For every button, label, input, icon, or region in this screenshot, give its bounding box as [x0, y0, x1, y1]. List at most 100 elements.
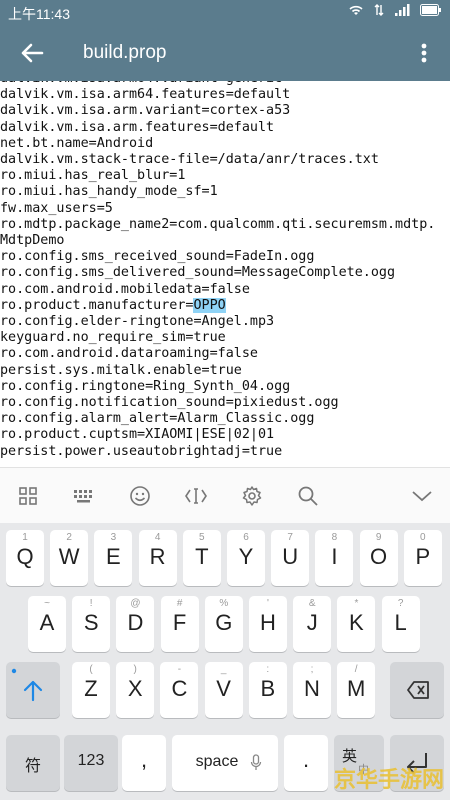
keyboard-toolbar [0, 467, 450, 524]
editor-line[interactable]: dalvik.vm.isa.arm.variant=cortex-a53 [0, 103, 435, 119]
key-label: R [149, 544, 166, 569]
key-m[interactable]: / M [337, 662, 376, 718]
key-n[interactable]: ; N [293, 662, 331, 718]
period-key-label: . [302, 747, 310, 772]
editor-lines[interactable]: dalvik.vm.isa.arm64.variant=genericdalvi… [0, 81, 435, 460]
text-editor[interactable]: dalvik.vm.isa.arm64.variant=genericdalvi… [0, 81, 450, 467]
key-secondary-label: 5 [199, 532, 205, 543]
editor-line[interactable]: ro.miui.has_handy_mode_sf=1 [0, 184, 435, 200]
key-y[interactable]: 6Y [227, 530, 265, 586]
key-label: X [127, 676, 143, 701]
period-key[interactable]: . [284, 735, 328, 791]
key-s[interactable]: ! S [72, 596, 111, 652]
editor-line[interactable]: MdtpDemo [0, 233, 435, 249]
key-e[interactable]: 3E [94, 530, 133, 586]
key-label: E [106, 544, 121, 569]
editor-line[interactable]: ro.config.sms_received_sound=FadeIn.ogg [0, 249, 435, 265]
editor-line[interactable]: dalvik.vm.isa.arm64.features=default [0, 87, 435, 103]
key-label: B [260, 676, 276, 701]
key-h[interactable]: ' H [249, 596, 287, 652]
editor-line[interactable]: dalvik.vm.isa.arm.features=default [0, 120, 435, 136]
key-secondary-label: / [354, 664, 358, 675]
key-secondary-label: ( [89, 664, 93, 675]
editor-line[interactable]: dalvik.vm.stack-trace-file=/data/anr/tra… [0, 152, 435, 168]
key-a[interactable]: ~ A [28, 596, 66, 652]
emoji-icon[interactable] [126, 482, 154, 510]
key-q[interactable]: 1Q [6, 530, 44, 586]
editor-line[interactable]: ro.config.ringtone=Ring_Synth_04.ogg [0, 379, 435, 395]
cursor-move-icon[interactable] [182, 482, 210, 510]
wifi-icon [349, 5, 363, 15]
key-d[interactable]: @ D [116, 596, 155, 652]
editor-line[interactable]: persist.sys.mitalk.enable=true [0, 363, 435, 379]
microphone-icon [250, 754, 262, 770]
app-bar: build.prop [0, 25, 450, 81]
editor-line[interactable]: ro.config.alarm_alert=Alarm_Classic.ogg [0, 411, 435, 427]
key-label: J [306, 610, 318, 635]
editor-line[interactable]: ro.com.android.dataroaming=false [0, 346, 435, 362]
editor-line[interactable]: ro.miui.has_real_blur=1 [0, 168, 435, 184]
key-f[interactable]: # F [160, 596, 199, 652]
search-icon[interactable] [294, 482, 322, 510]
numbers-key-label: 123 [77, 752, 105, 769]
key-u[interactable]: 7U [271, 530, 310, 586]
data-transfer-icon [374, 4, 384, 16]
key-v[interactable]: _ V [204, 662, 243, 718]
key-k[interactable]: * K [337, 596, 376, 652]
editor-line[interactable]: ro.com.android.mobiledata=false [0, 282, 435, 298]
key-label: P [415, 544, 431, 569]
key-label: Y [238, 544, 254, 569]
key-b[interactable]: :B [248, 662, 287, 718]
settings-gear-icon[interactable] [238, 482, 266, 510]
key-label: Q [16, 544, 34, 569]
editor-line[interactable]: ro.mdtp.package_name2=com.qualcomm.qti.s… [0, 217, 435, 233]
key-secondary-label: - [177, 664, 182, 675]
key-label: M [347, 676, 366, 701]
more-options-icon[interactable] [412, 39, 436, 67]
editor-line[interactable]: net.bt.name=Android [0, 136, 435, 152]
key-c[interactable]: -C [160, 662, 199, 718]
key-r[interactable]: 4R [138, 530, 177, 586]
key-label: O [370, 544, 388, 569]
editor-line[interactable]: keyguard.no_require_sim=true [0, 330, 435, 346]
numbers-key[interactable]: 123 [64, 735, 118, 791]
backspace-key[interactable] [390, 662, 444, 718]
key-t[interactable]: 5T [182, 530, 221, 586]
key-label: C [171, 676, 188, 701]
comma-key[interactable]: , [122, 735, 166, 791]
key-w[interactable]: 2W [50, 530, 89, 586]
editor-line[interactable]: ro.config.sms_delivered_sound=MessageCom… [0, 265, 435, 281]
symbols-key[interactable]: 符 [6, 735, 60, 791]
selected-text[interactable]: OPPO [193, 297, 226, 313]
key-x[interactable]: ) X [116, 662, 155, 718]
page-title: build.prop [83, 42, 167, 63]
editor-line[interactable]: fw.max_users=5 [0, 201, 435, 217]
key-label: L [394, 610, 407, 635]
key-z[interactable]: (Z [72, 662, 110, 718]
editor-line[interactable]: ro.config.elder-ringtone=Angel.mp3 [0, 314, 435, 330]
key-label: H [260, 610, 276, 635]
key-secondary-label: 2 [66, 532, 72, 543]
key-label: S [83, 610, 99, 635]
status-icons [348, 3, 442, 17]
key-l[interactable]: ? L [381, 596, 420, 652]
back-arrow-icon[interactable] [18, 39, 46, 67]
shift-key[interactable] [6, 662, 60, 718]
collapse-keyboard-chevron-icon[interactable] [408, 482, 436, 510]
key-p[interactable]: 0P [403, 530, 442, 586]
key-o[interactable]: 9O [359, 530, 398, 586]
key-i[interactable]: 8I [315, 530, 354, 586]
keyboard-icon[interactable] [70, 482, 98, 510]
space-key[interactable]: space [172, 735, 278, 791]
key-g[interactable]: % G [204, 596, 243, 652]
watermark-logo: 京华手游网 [333, 768, 444, 793]
editor-line[interactable]: persist.power.useautobrightadj=true [0, 444, 435, 460]
key-label: A [39, 610, 55, 635]
key-j[interactable]: & J [293, 596, 332, 652]
editor-line[interactable]: ro.product.cuptsm=XIAOMI|ESE|02|01 [0, 427, 435, 443]
editor-line[interactable]: ro.config.notification_sound=pixiedust.o… [0, 395, 435, 411]
editor-line[interactable]: ro.product.manufacturer=OPPO [0, 297, 435, 314]
grid-menu-icon[interactable] [14, 482, 42, 510]
manufacturer-key: ro.product.manufacturer= [0, 297, 194, 313]
key-secondary-label: 8 [331, 532, 338, 543]
